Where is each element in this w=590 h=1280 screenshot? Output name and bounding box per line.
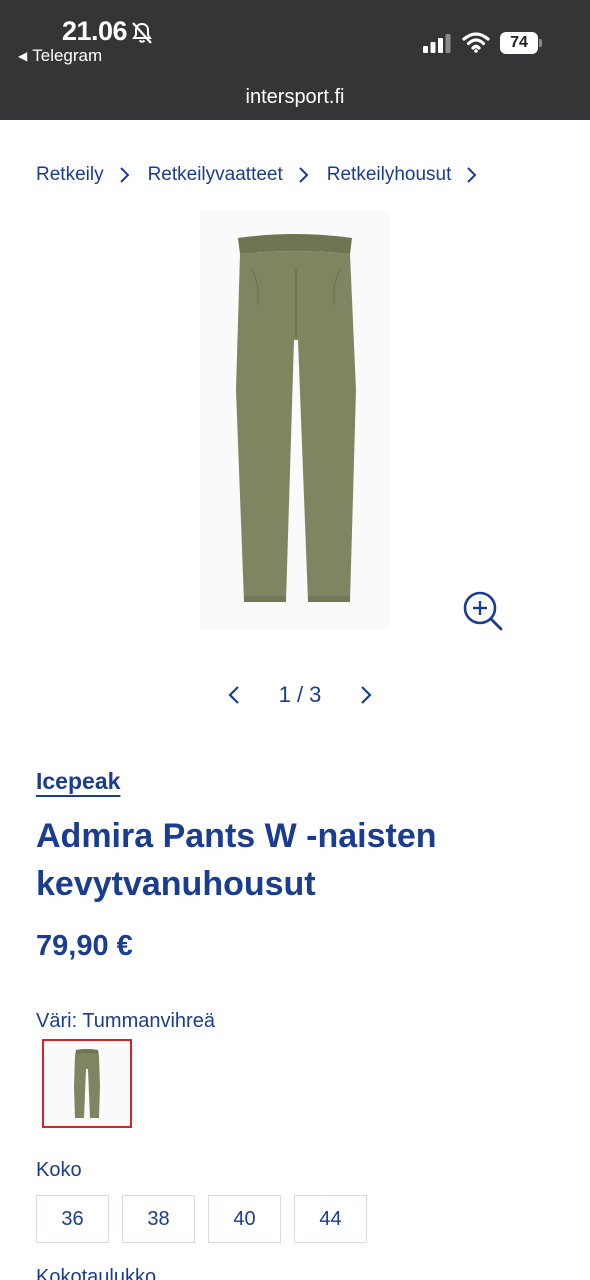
size-options: 36 38 40 44 bbox=[36, 1195, 367, 1243]
breadcrumb-label[interactable]: Retkeilyvaatteet bbox=[148, 164, 283, 186]
size-chart-link[interactable]: Kokotaulukko bbox=[36, 1266, 156, 1280]
breadcrumb-label[interactable]: Retkeily bbox=[36, 164, 104, 186]
chevron-right-icon bbox=[299, 167, 309, 183]
zoom-in-icon[interactable] bbox=[462, 590, 504, 632]
breadcrumb-item-retkeilyhousut[interactable]: Retkeilyhousut bbox=[327, 164, 496, 186]
chevron-right-icon bbox=[467, 167, 477, 183]
battery-icon: 74 bbox=[500, 32, 542, 54]
chevron-left-icon bbox=[228, 686, 239, 704]
image-counter: 1 / 3 bbox=[278, 682, 322, 707]
previous-image-button[interactable] bbox=[220, 681, 248, 709]
wifi-icon bbox=[462, 32, 490, 53]
signal-icon bbox=[423, 34, 451, 53]
product-price: 79,90 € bbox=[36, 930, 133, 962]
pants-image bbox=[236, 234, 356, 602]
back-app-label: Telegram bbox=[32, 46, 103, 65]
image-pager: 1 / 3 bbox=[220, 678, 380, 712]
next-image-button[interactable] bbox=[352, 681, 380, 709]
status-bar: 21.06 ◀ Telegram 74 intersport.fi bbox=[0, 0, 590, 120]
size-label: Koko bbox=[36, 1159, 82, 1181]
color-swatch-selected[interactable] bbox=[42, 1039, 132, 1128]
swatch-pants-image bbox=[74, 1049, 100, 1118]
product-title: Admira Pants W -naisten kevytvanuhousut bbox=[36, 817, 437, 903]
product-image[interactable] bbox=[200, 210, 390, 630]
size-option-36[interactable]: 36 bbox=[36, 1195, 109, 1243]
breadcrumb-label[interactable]: Retkeilyhousut bbox=[327, 164, 452, 186]
brand-link[interactable]: Icepeak bbox=[36, 768, 120, 795]
breadcrumb: Retkeily Retkeilyvaatteet Retkeilyhousut bbox=[36, 164, 495, 186]
back-to-app-link[interactable]: ◀ Telegram bbox=[18, 46, 102, 66]
battery-level: 74 bbox=[500, 32, 538, 54]
size-option-38[interactable]: 38 bbox=[122, 1195, 195, 1243]
chevron-right-icon bbox=[119, 167, 129, 183]
address-bar-url[interactable]: intersport.fi bbox=[0, 86, 590, 109]
back-triangle-icon: ◀ bbox=[18, 49, 28, 63]
breadcrumb-item-retkeilyvaatteet[interactable]: Retkeilyvaatteet bbox=[148, 164, 327, 186]
breadcrumb-item-retkeily[interactable]: Retkeily bbox=[36, 164, 148, 186]
size-option-40[interactable]: 40 bbox=[208, 1195, 281, 1243]
size-option-44[interactable]: 44 bbox=[294, 1195, 367, 1243]
bell-muted-icon bbox=[132, 22, 152, 44]
status-time: 21.06 bbox=[62, 16, 128, 46]
chevron-right-icon bbox=[361, 686, 372, 704]
color-label: Väri: Tummanvihreä bbox=[36, 1010, 215, 1032]
